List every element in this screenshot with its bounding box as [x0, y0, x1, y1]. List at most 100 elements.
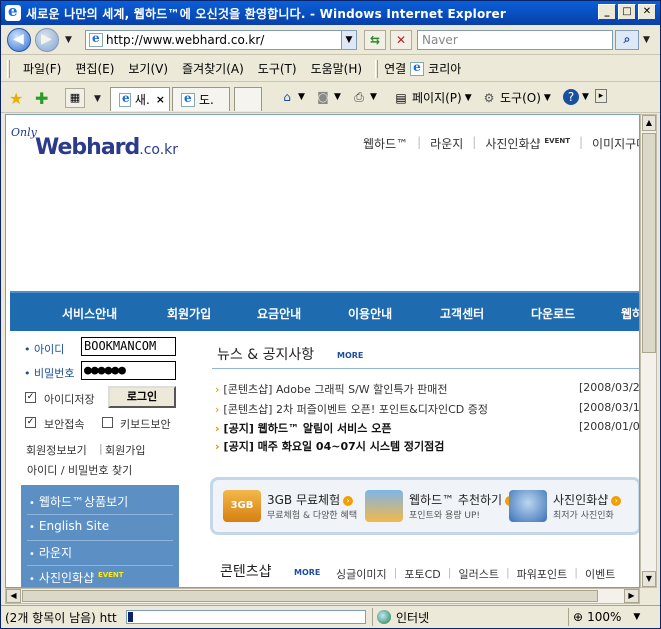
history-dropdown-icon[interactable]: ▼	[65, 35, 72, 45]
menu-webhard[interactable]: 웹하	[621, 305, 639, 322]
maximize-button[interactable]: □	[618, 4, 636, 20]
feeds-button[interactable]: ◙ ▼	[315, 89, 341, 105]
security-zone[interactable]: 인터넷	[372, 608, 568, 626]
logo-brand: Webhard.co.kr	[35, 135, 178, 160]
tools-menu[interactable]: ⚙ 도구(O) ▼	[481, 89, 551, 106]
search-button[interactable]: ⌕	[615, 30, 639, 50]
stop-button[interactable]: ✕	[390, 30, 412, 50]
page-menu[interactable]: ▤ 페이지(P) ▼	[393, 89, 471, 106]
scroll-left-icon[interactable]: ◀	[6, 589, 21, 603]
login-button[interactable]: 로그인	[108, 386, 176, 408]
menu-favorites[interactable]: 즐겨찾기(A)	[175, 60, 251, 77]
vertical-scrollbar[interactable]: ▲ ▼	[640, 114, 657, 588]
zoom-control[interactable]: ⊕ 100% ▼	[568, 608, 640, 626]
topnav-photo[interactable]: 사진인화샵 EVENT	[485, 135, 570, 152]
quicklink-products[interactable]: 웹하드™상품보기	[29, 493, 128, 510]
page-menu-label: 페이지(P)	[412, 91, 462, 105]
contents-shop-more-link[interactable]: MORE	[294, 568, 320, 577]
find-account-link[interactable]: 아이디 / 비밀번호 찾기	[27, 462, 132, 478]
tab-2[interactable]: 도.	[172, 87, 230, 111]
topnav-webhard[interactable]: 웹하드™	[363, 135, 408, 152]
scroll-up-icon[interactable]: ▲	[642, 115, 656, 131]
topnav-photo-label: 사진인화샵	[485, 137, 541, 151]
id-label: • 아이디	[24, 343, 65, 356]
research-button[interactable]: ▸	[595, 89, 610, 103]
tab-list-dropdown-icon[interactable]: ▼	[94, 94, 101, 104]
divider	[27, 540, 173, 541]
new-tab-button[interactable]	[234, 87, 262, 111]
window-controls: _ □ ✕	[598, 4, 656, 20]
print-button[interactable]: ⎙ ▼	[351, 89, 377, 105]
favorites-star-icon[interactable]: ★	[9, 89, 23, 108]
menu-tools[interactable]: 도구(T)	[251, 60, 304, 77]
home-button[interactable]: ⌂ ▼	[279, 89, 305, 105]
menu-download[interactable]: 다운로드	[531, 305, 575, 322]
link-korea[interactable]: 코리아	[428, 60, 461, 77]
vertical-scroll-thumb[interactable]	[642, 133, 656, 353]
news-item[interactable]: › [공지] 웹하드™ 알림이 서비스 오픈	[215, 420, 391, 436]
quicklink-lounge[interactable]: 라운지	[29, 544, 72, 561]
news-item[interactable]: › [콘텐츠샵] Adobe 그래픽 S/W 할인특가 판매전	[215, 381, 448, 397]
menu-pricing[interactable]: 요금안내	[257, 305, 301, 322]
id-input[interactable]: BOOKMANCOM	[81, 337, 176, 356]
refresh-button[interactable]: ⇆	[364, 30, 386, 50]
news-item[interactable]: › [공지] 매주 화요일 04~07시 시스템 정기점검	[215, 438, 444, 454]
menu-view[interactable]: 보기(V)	[121, 60, 175, 77]
scroll-down-icon[interactable]: ▼	[642, 571, 656, 587]
forward-arrow-icon: ▶	[41, 31, 52, 47]
menu-edit[interactable]: 편집(E)	[68, 60, 121, 77]
minimize-button[interactable]: _	[598, 4, 616, 20]
topnav-image[interactable]: 이미지구매	[592, 135, 639, 152]
menu-file[interactable]: 파일(F)	[16, 60, 68, 77]
help-button[interactable]: ? ▼	[563, 89, 589, 105]
menu-support[interactable]: 고객센터	[440, 305, 484, 322]
top-nav: 웹하드™ | 라운지 | 사진인화샵 EVENT | 이미지구매	[363, 135, 639, 152]
scroll-right-icon[interactable]: ▶	[624, 589, 639, 603]
quicklink-english[interactable]: English Site	[29, 519, 109, 533]
join-link[interactable]: 회원가입	[105, 442, 145, 458]
horizontal-scrollbar[interactable]: ◀ ▶	[5, 588, 640, 604]
address-dropdown-button[interactable]: ▼	[341, 30, 357, 50]
address-bar[interactable]: http://www.webhard.co.kr/	[85, 30, 357, 50]
password-input[interactable]: ●●●●●●	[81, 361, 176, 380]
keyboard-security-checkbox[interactable]	[102, 417, 113, 428]
back-button[interactable]: ◀	[7, 28, 31, 52]
cs-event[interactable]: 이벤트	[585, 566, 615, 582]
horizontal-scroll-thumb[interactable]	[22, 590, 598, 602]
site-logo[interactable]: Only Webhard.co.kr	[11, 125, 178, 160]
cs-powerpoint[interactable]: 파워포인트	[517, 566, 568, 582]
search-options-icon[interactable]: ▼	[643, 35, 650, 45]
add-favorite-icon[interactable]: ✚	[35, 89, 48, 108]
news-item[interactable]: › [콘텐츠샵] 2차 퍼즐이벤트 오픈! 포인트&디자인CD 증정	[215, 401, 488, 417]
tab-close-icon[interactable]: ×	[156, 93, 165, 106]
cs-illustration[interactable]: 일러스트	[458, 566, 498, 582]
member-info-link[interactable]: 회원정보보기	[26, 442, 87, 458]
quick-tabs-icon[interactable]: ▦	[65, 88, 85, 108]
menu-service[interactable]: 서비스안내	[62, 305, 117, 322]
secure-login-label: 보안접속	[44, 418, 85, 431]
search-input[interactable]: Naver	[417, 30, 613, 50]
address-url[interactable]: http://www.webhard.co.kr/	[106, 33, 264, 47]
cs-photo-cd[interactable]: 포토CD	[404, 566, 440, 582]
news-more-link[interactable]: MORE	[337, 351, 363, 360]
promo-photo[interactable]: 사진인화샵 › 최저가 사진인화	[509, 486, 622, 526]
close-button[interactable]: ✕	[638, 4, 656, 20]
zoom-dropdown-icon[interactable]: ▼	[633, 612, 640, 622]
promo-free-trial[interactable]: 3GB 3GB 무료체험 › 무료체험 & 다양한 혜택	[223, 486, 357, 526]
promo-recommend[interactable]: 웹하드™ 추천하기› 포인트와 용량 UP!	[365, 486, 516, 526]
menu-usage[interactable]: 이용안내	[348, 305, 392, 322]
menu-help[interactable]: 도움말(H)	[304, 60, 370, 77]
quick-links: 웹하드™상품보기 English Site 라운지 사진인화샵 EVENT	[21, 485, 179, 587]
address-toolbar: ◀ ▶ ▼ http://www.webhard.co.kr/ ▼ ⇆ ✕ Na…	[1, 25, 660, 55]
save-id-checkbox[interactable]: ✓	[25, 392, 36, 403]
news-date: [2008/03/21]	[579, 381, 640, 394]
quicklink-photo[interactable]: 사진인화샵 EVENT	[29, 569, 124, 586]
tab-1[interactable]: 새. ×	[110, 87, 170, 111]
topnav-lounge[interactable]: 라운지	[430, 135, 463, 152]
news-date: [2008/01/08]	[579, 420, 640, 433]
secure-login-checkbox[interactable]: ✓	[25, 417, 36, 428]
menu-join[interactable]: 회원가입	[167, 305, 211, 322]
forward-button[interactable]: ▶	[35, 28, 59, 52]
cs-single-image[interactable]: 싱글이미지	[336, 566, 387, 582]
camera-icon	[509, 490, 547, 522]
